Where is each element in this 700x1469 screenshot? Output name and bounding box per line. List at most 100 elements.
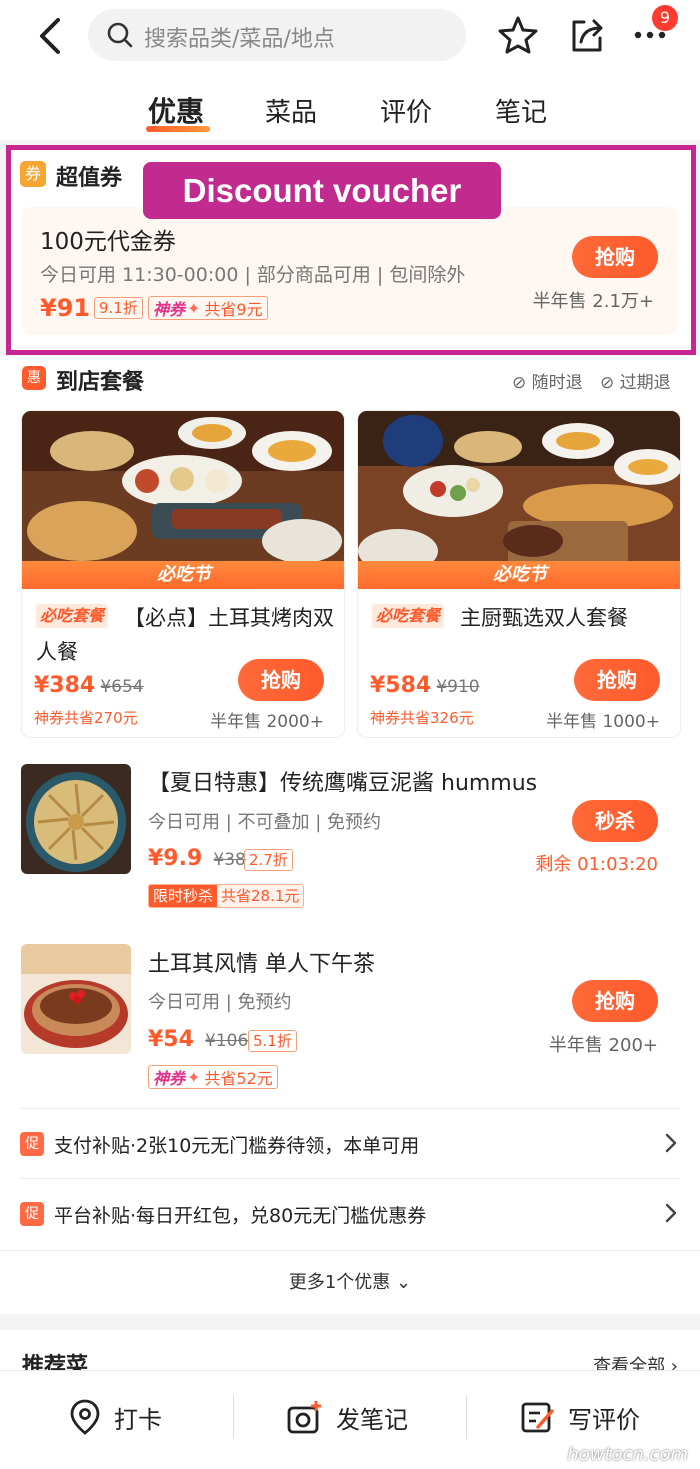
- deal-price: ¥9.9 ¥38: [148, 846, 246, 871]
- location-pin-icon: [70, 1399, 100, 1435]
- top-bar: 搜索品类/菜品/地点 9 优惠 菜品 评价 笔记: [0, 0, 700, 140]
- tab-offers[interactable]: 优惠: [148, 90, 204, 130]
- buy-deal-button[interactable]: 抢购: [572, 980, 658, 1022]
- must-eat-festival-band: 必吃节: [358, 561, 680, 589]
- voucher-subtitle: 今日可用 11:30-00:00 | 部分商品可用 | 包间除外: [40, 264, 466, 286]
- platform-subsidy-row[interactable]: 促 平台补贴·每日开红包，兑80元无门槛优惠券: [20, 1178, 680, 1248]
- post-note-button[interactable]: 发笔记: [286, 1397, 408, 1437]
- chevron-down-icon: ⌄: [396, 1272, 412, 1293]
- promo-icon: 促: [20, 1132, 44, 1156]
- search-icon: [107, 22, 133, 48]
- package-price: ¥384 ¥654: [34, 673, 144, 698]
- voucher-icon: 券: [20, 161, 46, 187]
- check-circle-icon: ⊘: [512, 373, 527, 393]
- check-in-label: 打卡: [114, 1405, 162, 1434]
- package-card[interactable]: 必吃节 【必点】土耳其烤肉双人餐 必吃套餐 ¥384 ¥654 抢购 神券共省2…: [21, 410, 345, 738]
- package-card[interactable]: 必吃节 主厨甄选双人套餐 必吃套餐 ¥584 ¥910 抢购 神券共省326元 …: [357, 410, 681, 738]
- chevron-right-icon: [665, 1133, 677, 1153]
- current-price: ¥584: [370, 673, 432, 698]
- shen-label: 神券: [153, 1069, 186, 1088]
- search-placeholder: 搜索品类/菜品/地点: [144, 27, 335, 52]
- original-price: ¥910: [436, 677, 480, 697]
- assurance-expiry-refund: ⊘ 过期退: [600, 368, 671, 393]
- package-savings: 神券共省270元: [34, 709, 138, 727]
- promo-text: 平台补贴·每日开红包，兑80元无门槛优惠券: [54, 1205, 427, 1227]
- tab-dishes[interactable]: 菜品: [265, 92, 317, 129]
- promo-text: 支付补贴·2张10元无门槛券待领，本单可用: [54, 1135, 420, 1157]
- sparkle-icon: ✦: [187, 298, 201, 318]
- edit-review-icon: [521, 1402, 554, 1433]
- savings-text: 共省28.1元: [217, 885, 304, 907]
- more-offers-toggle[interactable]: 更多1个优惠 ⌄: [0, 1250, 700, 1314]
- package-sold-count: 半年售 2000+: [210, 712, 324, 732]
- original-price: ¥106: [205, 1031, 249, 1051]
- flash-sale-button[interactable]: 秒杀: [572, 800, 658, 842]
- deal-price: ¥54 ¥106: [148, 1027, 248, 1052]
- buy-package-button[interactable]: 抢购: [238, 659, 324, 701]
- divider: [233, 1395, 234, 1439]
- shen-voucher-tag: 神券 ✦ 共省9元: [148, 296, 268, 320]
- shen-voucher-tag: 神券 ✦ 共省52元: [148, 1065, 278, 1089]
- back-arrow-icon[interactable]: [30, 14, 70, 58]
- package-sold-count: 半年售 1000+: [546, 712, 660, 732]
- assurance-anytime-refund: ⊘ 随时退: [512, 368, 583, 393]
- check-circle-icon: ⊘: [600, 373, 615, 393]
- write-review-label: 写评价: [568, 1405, 640, 1434]
- divider: [466, 1395, 467, 1439]
- current-price: ¥9.9: [148, 846, 203, 871]
- hummus-image: [21, 764, 131, 874]
- notification-badge: 9: [652, 5, 678, 31]
- camera-plus-icon: [287, 1401, 321, 1434]
- discount-tag: 2.7折: [244, 849, 293, 871]
- voucher-title: 100元代金券: [40, 229, 176, 255]
- must-eat-package-badge: 必吃套餐: [36, 604, 109, 628]
- payment-subsidy-row[interactable]: 促 支付补贴·2张10元无门槛券待领，本单可用: [20, 1108, 680, 1178]
- annotation-label: Discount voucher: [143, 162, 501, 219]
- flash-sale-label: 限时秒杀: [149, 885, 218, 907]
- current-price: ¥384: [34, 673, 96, 698]
- deal-sold-count: 半年售 200+: [548, 1035, 658, 1056]
- original-price: ¥654: [100, 677, 144, 697]
- must-eat-package-badge: 必吃套餐: [372, 604, 445, 628]
- discount-tag: 5.1折: [248, 1030, 297, 1052]
- savings-text: 共省52元: [204, 1069, 273, 1088]
- package-section-title: 到店套餐: [56, 370, 145, 395]
- deal-title[interactable]: 土耳其风情 单人下午茶: [148, 946, 375, 978]
- post-note-label: 发笔记: [336, 1405, 408, 1434]
- search-bar[interactable]: 搜索品类/菜品/地点: [88, 9, 466, 61]
- check-in-button[interactable]: 打卡: [68, 1397, 162, 1437]
- write-review-button[interactable]: 写评价: [520, 1397, 640, 1437]
- assurance-label: 过期退: [619, 373, 671, 393]
- package-section-icon: 惠: [22, 366, 46, 390]
- afternoon-tea-image: [21, 944, 131, 1054]
- discount-tag: 9.1折: [94, 297, 143, 319]
- active-tab-indicator: [146, 126, 210, 132]
- tab-reviews[interactable]: 评价: [380, 92, 432, 129]
- tab-notes[interactable]: 笔记: [495, 92, 547, 129]
- voucher-price: ¥91: [40, 294, 91, 322]
- watermark: howtocn.com: [567, 1444, 688, 1465]
- flash-sale-tag: 限时秒杀 共省28.1元: [148, 884, 305, 908]
- buy-voucher-button[interactable]: 抢购: [572, 236, 658, 278]
- voucher-section-title: 超值券: [56, 166, 123, 191]
- promo-icon: 促: [20, 1202, 44, 1226]
- original-price: ¥38: [213, 850, 246, 870]
- shen-label: 神券: [153, 300, 186, 319]
- package-savings: 神券共省326元: [370, 709, 474, 727]
- current-price: ¥54: [148, 1027, 194, 1052]
- favorite-star-icon[interactable]: [497, 14, 539, 56]
- countdown-timer: 剩余 01:03:20: [535, 854, 658, 875]
- tab-bar: 优惠 菜品 评价 笔记: [0, 86, 700, 136]
- chevron-right-icon: [665, 1203, 677, 1223]
- voucher-sold-count: 半年售 2.1万+: [532, 291, 654, 312]
- deal-subtitle: 今日可用 | 不可叠加 | 免预约: [148, 812, 382, 833]
- savings-text: 共省9元: [204, 300, 263, 319]
- deal-subtitle: 今日可用 | 免预约: [148, 992, 292, 1013]
- deal-title[interactable]: 【夏日特惠】传统鹰嘴豆泥酱 hummus: [148, 765, 537, 797]
- must-eat-festival-band: 必吃节: [22, 561, 344, 589]
- share-icon[interactable]: [566, 14, 608, 56]
- package-price: ¥584 ¥910: [370, 673, 480, 698]
- more-offers-label: 更多1个优惠: [288, 1272, 391, 1293]
- sparkle-icon: ✦: [187, 1067, 201, 1087]
- buy-package-button[interactable]: 抢购: [574, 659, 660, 701]
